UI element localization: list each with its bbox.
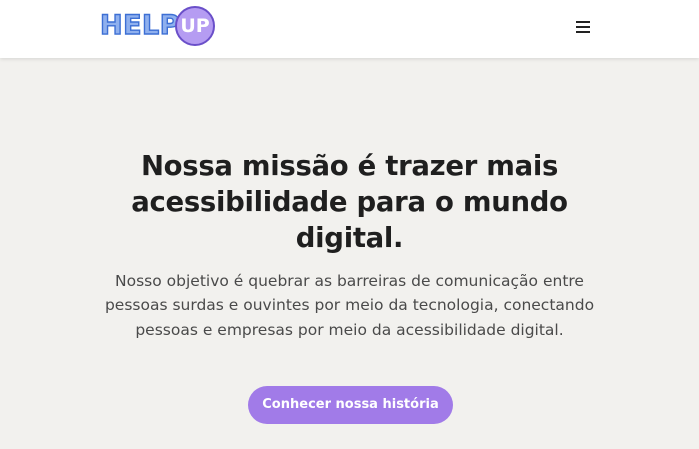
logo-text: HELP	[99, 10, 181, 41]
logo-badge-text: UP	[180, 15, 210, 37]
navbar: HELP UP	[0, 0, 699, 58]
logo-badge: UP	[175, 6, 215, 46]
cta-button[interactable]: Conhecer nossa história	[248, 386, 453, 424]
hamburger-menu-icon[interactable]	[572, 16, 594, 38]
logo[interactable]: HELP UP	[99, 5, 216, 47]
hero-description: Nosso objetivo é quebrar as barreiras de…	[104, 272, 595, 339]
menu-line	[576, 31, 590, 33]
menu-line	[576, 21, 590, 23]
menu-line	[576, 26, 590, 28]
hero-section: Nossa missão é trazer mais acessibilidad…	[0, 58, 699, 449]
hero-title: Nossa missão é trazer mais acessibilidad…	[131, 150, 568, 254]
